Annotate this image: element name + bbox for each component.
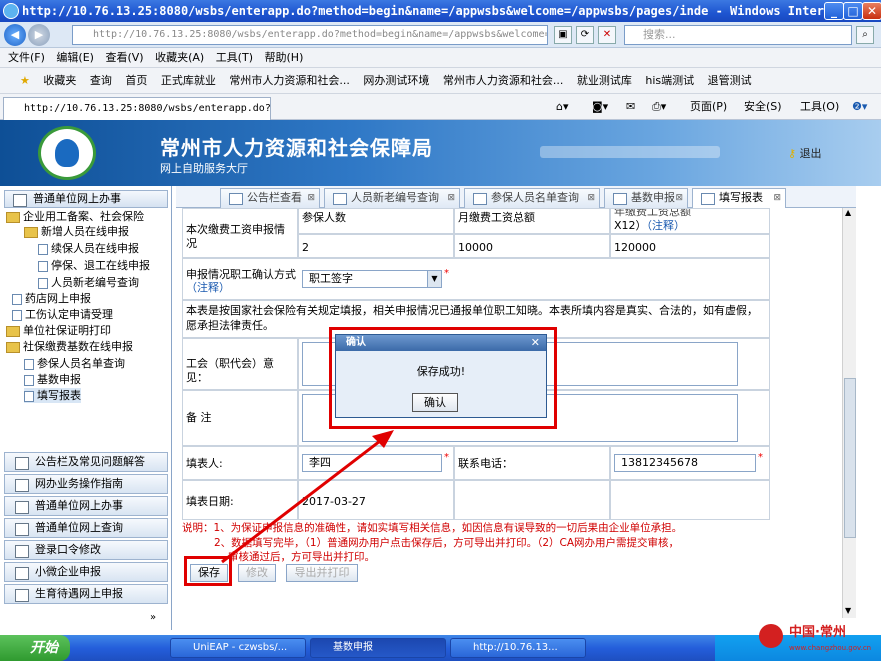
annotation-arrow	[221, 430, 394, 564]
dialog-message: 保存成功!	[416, 365, 466, 378]
taskbar: 开始 UniEAP - czwsbs/... 基数申报 http://10.76…	[0, 635, 881, 661]
start-button[interactable]: 开始	[0, 635, 70, 661]
dialog-close-icon[interactable]: ✕	[531, 336, 540, 349]
watermark-logo: 中国·常州 www.changzhou.gov.cn	[757, 614, 877, 658]
confirm-dialog: 确认 ✕ 保存成功! 确认	[335, 334, 547, 418]
watermark-site: www.changzhou.gov.cn	[789, 644, 871, 652]
task-item[interactable]: http://10.76.13...	[450, 638, 586, 658]
watermark-text: 中国·常州	[789, 624, 846, 640]
dialog-ok-button[interactable]: 确认	[412, 393, 458, 412]
dialog-title: 确认	[336, 335, 546, 351]
task-item[interactable]: 基数申报	[310, 638, 446, 658]
task-item[interactable]: UniEAP - czwsbs/...	[170, 638, 306, 658]
